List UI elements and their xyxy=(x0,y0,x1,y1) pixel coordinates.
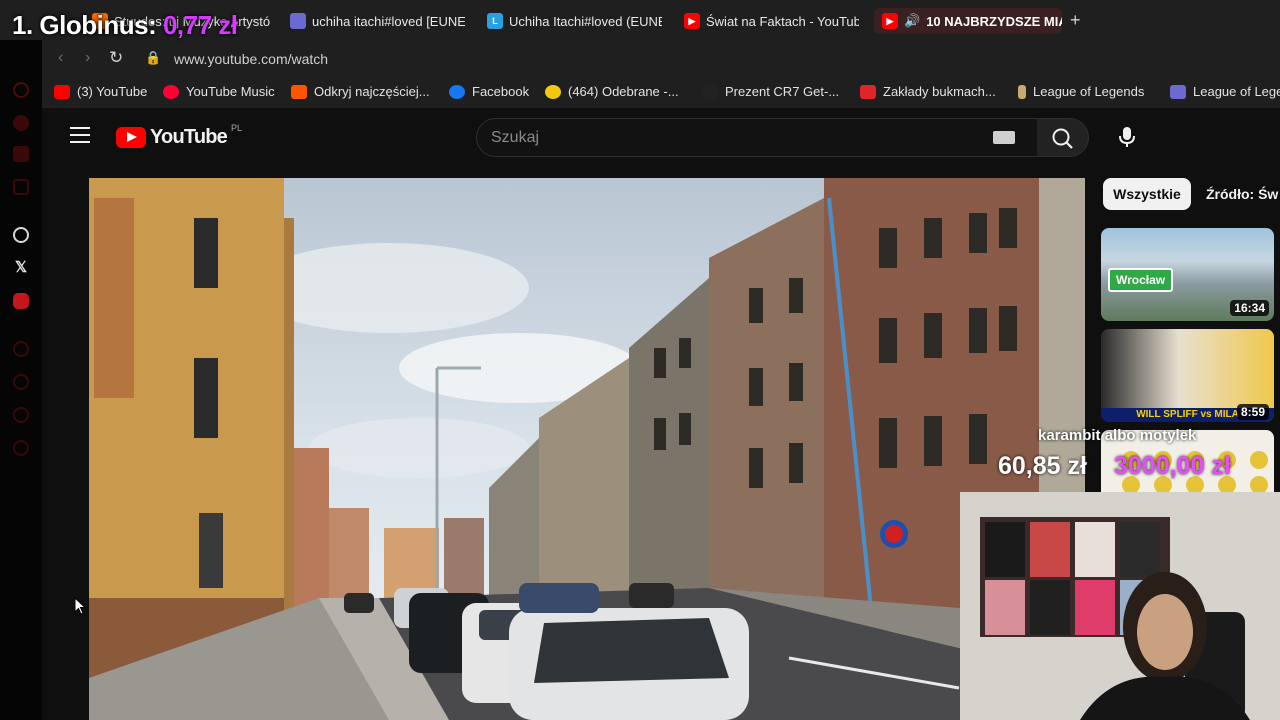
back-icon[interactable]: ‹ xyxy=(58,49,63,67)
soundcloud-icon xyxy=(291,84,307,99)
recommended-video-thumbnail[interactable]: Wrocław 16:34 xyxy=(1101,228,1274,321)
search-box xyxy=(476,118,1038,157)
youtube-icon: ▶ xyxy=(684,13,700,29)
x-icon[interactable]: 𝕏 xyxy=(13,260,29,276)
lol-icon xyxy=(1018,84,1026,99)
webcam-image xyxy=(960,492,1280,720)
bet-right-amount: 3000,00 zł xyxy=(1114,452,1231,480)
tab-title: 10 NAJBRZYDSZE MIA xyxy=(926,13,1062,29)
bookmark-label: Prezent CR7 Get-... xyxy=(725,84,840,99)
chatgpt-icon[interactable] xyxy=(13,227,29,243)
new-tab-button[interactable]: + xyxy=(1070,10,1081,30)
youtube-logo[interactable]: YouTube PL xyxy=(116,122,242,149)
youtube-icon: ▶ xyxy=(882,13,898,29)
thumbnail-tag: Wrocław xyxy=(1108,268,1174,292)
betting-icon xyxy=(860,84,876,99)
speaker-icon[interactable]: 🔊 xyxy=(904,13,920,29)
tab-title: Uchiha Itachi#loved (EUNE xyxy=(509,13,662,29)
microphone-icon[interactable] xyxy=(1116,125,1138,149)
facebook-icon xyxy=(449,84,465,99)
browser-tab[interactable]: uchiha itachi#loved [EUNE xyxy=(290,8,465,34)
extension-icon[interactable] xyxy=(13,82,29,98)
bookmark-item[interactable]: (464) Odebrane -... xyxy=(545,84,679,99)
league-icon xyxy=(290,13,306,29)
bookmark-label: (3) YouTube xyxy=(77,84,148,99)
bookmark-label: League of Legends xyxy=(1193,84,1280,99)
side-extension-rail: 𝕏 xyxy=(0,40,42,720)
bookmark-item[interactable]: YouTube Music xyxy=(163,84,275,99)
search-button[interactable] xyxy=(1037,118,1089,157)
bookmark-label: League of Legends xyxy=(1033,84,1145,99)
bet-left-amount: 60,85 zł xyxy=(998,452,1087,480)
bookmark-label: (464) Odebrane -... xyxy=(568,84,679,99)
tab-title: uchiha itachi#loved [EUNE xyxy=(312,13,465,29)
extension-icon[interactable] xyxy=(13,407,29,423)
video-player[interactable] xyxy=(89,178,1085,720)
search-input[interactable] xyxy=(491,127,971,149)
hamburger-menu-icon[interactable] xyxy=(70,127,90,143)
logo-text: YouTube xyxy=(150,126,228,148)
chip-source[interactable]: Źródło: Św xyxy=(1206,178,1280,210)
site-info-icon[interactable]: 🔒 xyxy=(145,50,161,66)
top-donor-overlay: 1. Globinus: 0,77 zł xyxy=(12,10,238,41)
browser-tab[interactable]: L Uchiha Itachi#loved (EUNE xyxy=(487,8,662,34)
mail-icon xyxy=(545,84,561,99)
bet-title: karambit albo motylek xyxy=(1038,427,1197,444)
bookmark-label: Facebook xyxy=(472,84,530,99)
extension-icon[interactable] xyxy=(13,146,29,162)
top-donor-label: 1. Globinus: xyxy=(12,10,157,40)
bookmarks-bar: (3) YouTube YouTube Music Odkryj najczęś… xyxy=(0,78,1280,108)
video-duration: 8:59 xyxy=(1236,404,1269,420)
extension-icon[interactable] xyxy=(13,341,29,357)
gift-icon xyxy=(702,84,718,99)
extension-icon[interactable] xyxy=(13,374,29,390)
l-icon: L xyxy=(487,13,503,29)
youtube-icon xyxy=(54,84,70,99)
bookmark-item[interactable]: (3) YouTube xyxy=(54,84,147,99)
bookmark-item[interactable]: Prezent CR7 Get-... xyxy=(702,84,839,99)
bookmark-item[interactable]: Odkryj najczęściej... xyxy=(291,84,430,99)
tab-title: Świat na Faktach - YouTube xyxy=(706,13,859,29)
top-donor-amount: 0,77 zł xyxy=(162,10,238,40)
url-field[interactable]: www.youtube.com/watch xyxy=(174,51,328,67)
browser-tab-active[interactable]: ▶ 🔊 10 NAJBRZYDSZE MIA xyxy=(874,8,1062,34)
bookmark-item[interactable]: League of Legends xyxy=(1170,84,1280,99)
streamer-webcam xyxy=(960,492,1280,720)
ublock-icon[interactable] xyxy=(13,293,29,309)
forward-icon[interactable]: › xyxy=(85,49,90,67)
youtube-play-icon xyxy=(116,127,146,148)
chip-all[interactable]: Wszystkie xyxy=(1103,178,1191,210)
extension-icon[interactable] xyxy=(13,179,29,195)
search-icon xyxy=(1052,128,1073,149)
youtube-music-icon xyxy=(163,84,179,99)
extension-icon[interactable] xyxy=(13,115,29,131)
bookmark-item[interactable]: League of Legends xyxy=(1018,84,1144,99)
bookmark-label: YouTube Music xyxy=(186,84,275,99)
browser-tab[interactable]: ▶ Świat na Faktach - YouTube xyxy=(684,8,859,34)
video-duration: 16:34 xyxy=(1230,300,1269,316)
keyboard-icon[interactable] xyxy=(993,131,1015,144)
extension-icon[interactable] xyxy=(13,440,29,456)
mouse-cursor-icon xyxy=(74,596,87,615)
bookmark-item[interactable]: Facebook xyxy=(449,84,529,99)
bookmark-label: Zakłady bukmach... xyxy=(883,84,996,99)
bookmark-item[interactable]: Zakłady bukmach... xyxy=(860,84,996,99)
address-bar: ‹ › ↻ 🔒 www.youtube.com/watch xyxy=(0,40,1280,78)
reload-icon[interactable]: ↻ xyxy=(109,48,123,68)
video-frame xyxy=(89,178,1085,720)
country-code: PL xyxy=(230,122,242,133)
recommended-video-thumbnail[interactable]: WILL SPLIFF vs MILA 8:59 xyxy=(1101,329,1274,422)
league-icon xyxy=(1170,84,1186,99)
bookmark-label: Odkryj najczęściej... xyxy=(314,84,430,99)
